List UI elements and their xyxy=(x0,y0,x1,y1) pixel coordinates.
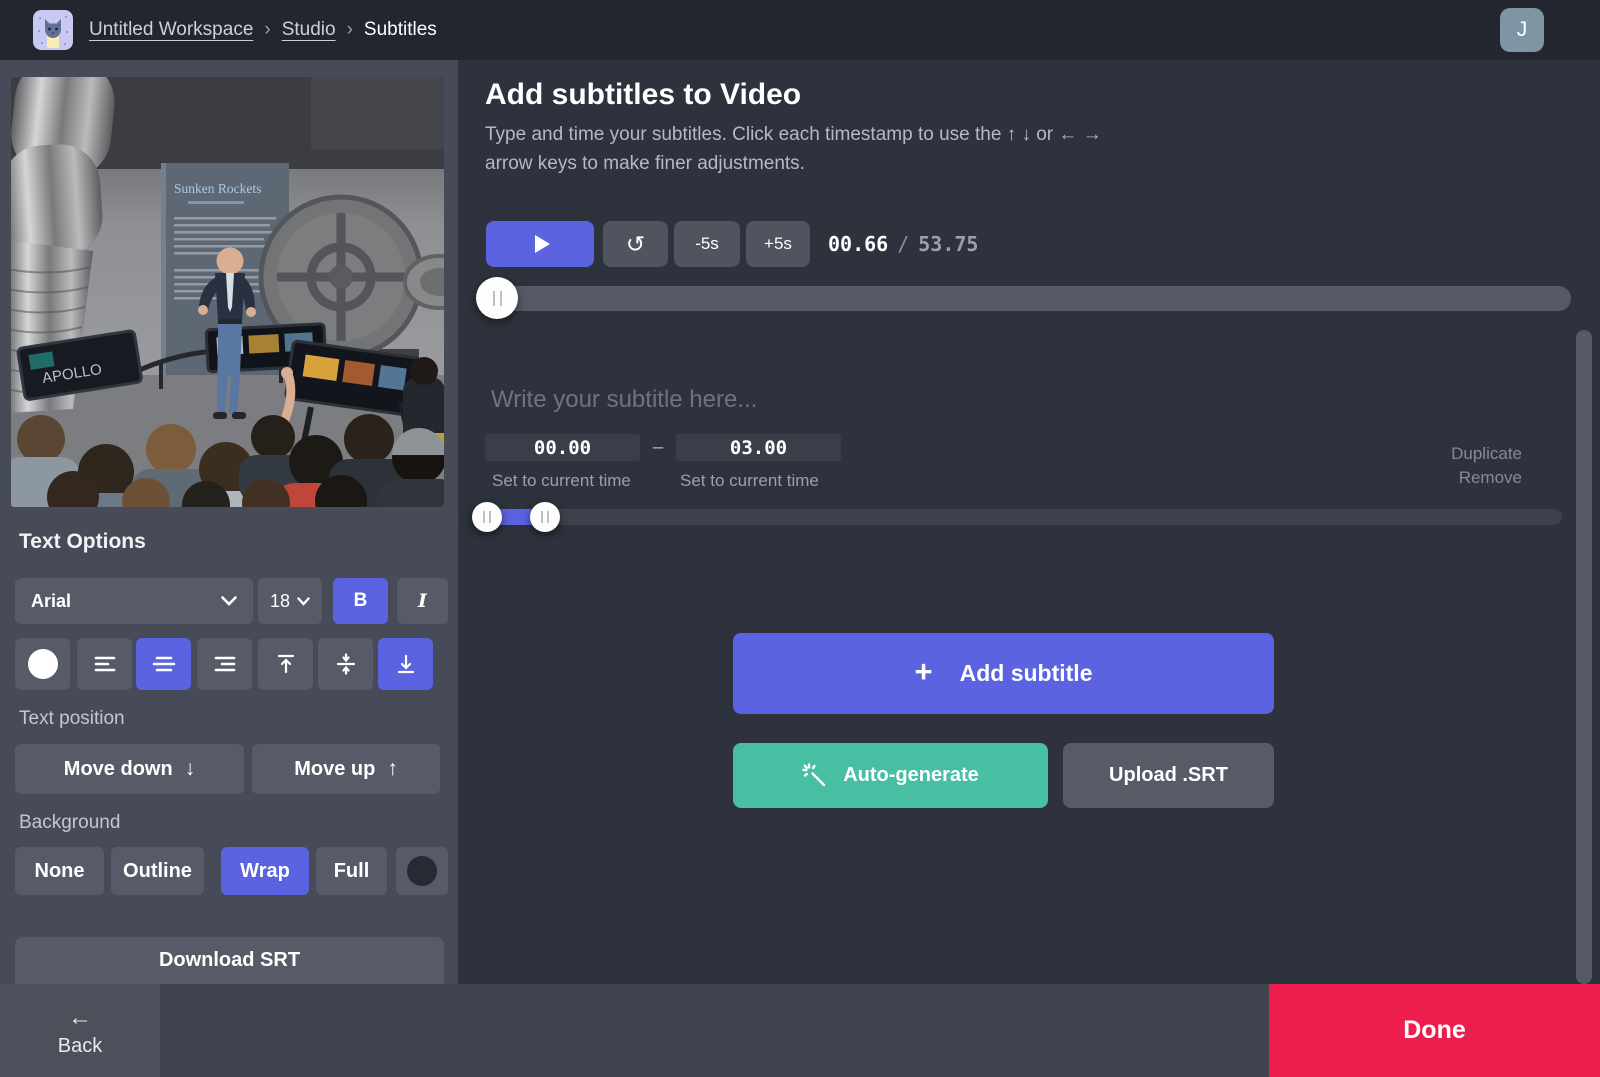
video-frame-art: Sunken Rockets xyxy=(11,77,444,507)
breadcrumb-separator: › xyxy=(347,19,353,41)
text-color-swatch-icon xyxy=(28,649,58,679)
description-line-1: Type and time your subtitles. Click each… xyxy=(485,124,1102,145)
description-line-2: arrow keys to make finer adjustments. xyxy=(485,153,805,174)
cat-logo-icon xyxy=(33,10,73,50)
text-color-button[interactable] xyxy=(15,638,70,690)
chevron-down-icon xyxy=(221,596,237,606)
vertical-align-bottom-button[interactable] xyxy=(378,638,433,690)
background-color-swatch-icon xyxy=(407,856,437,886)
play-icon xyxy=(535,235,550,253)
background-none-button[interactable]: None xyxy=(15,847,104,895)
upload-srt-button[interactable]: Upload .SRT xyxy=(1063,743,1274,808)
time-separator: / xyxy=(897,232,909,256)
chevron-down-icon xyxy=(297,597,310,606)
duplicate-link[interactable]: Duplicate xyxy=(1451,442,1522,466)
align-center-button[interactable] xyxy=(136,638,191,690)
background-outline-button[interactable]: Outline xyxy=(111,847,204,895)
seek-slider-handle[interactable] xyxy=(476,277,518,319)
vertical-align-middle-button[interactable] xyxy=(318,638,373,690)
restart-icon: ↺ xyxy=(626,231,645,258)
add-subtitle-label: Add subtitle xyxy=(960,660,1093,687)
back-arrow-icon: ← xyxy=(68,1004,92,1032)
background-color-button[interactable] xyxy=(396,847,448,895)
seek-slider-track[interactable] xyxy=(485,286,1571,311)
page-title: Add subtitles to Video xyxy=(485,78,801,112)
arrow-down-icon: ↓ xyxy=(185,757,196,781)
grip-icon xyxy=(493,291,502,306)
vertical-align-top-button[interactable] xyxy=(258,638,313,690)
background-label: Background xyxy=(19,812,120,834)
done-button[interactable]: Done xyxy=(1269,984,1600,1077)
text-options-title: Text Options xyxy=(19,530,146,554)
set-end-to-current-link[interactable]: Set to current time xyxy=(680,471,819,491)
kapwing-cat-logo-icon[interactable] xyxy=(33,10,73,50)
auto-generate-label: Auto-generate xyxy=(843,764,979,787)
vertical-align-top-icon xyxy=(274,653,298,675)
align-right-button[interactable] xyxy=(197,638,252,690)
add-subtitle-button[interactable]: + Add subtitle xyxy=(733,633,1274,714)
total-time: 53.75 xyxy=(918,232,978,256)
breadcrumb-separator: › xyxy=(264,19,270,41)
remove-link[interactable]: Remove xyxy=(1451,466,1522,490)
app-window: Untitled Workspace › Studio › Subtitles … xyxy=(0,0,1600,1077)
subtitle-range-track[interactable] xyxy=(476,509,1562,525)
align-center-icon xyxy=(152,654,176,674)
move-up-label: Move up xyxy=(294,758,375,781)
text-position-label: Text position xyxy=(19,708,125,730)
current-time: 00.66 xyxy=(828,232,888,256)
breadcrumb: Untitled Workspace › Studio › Subtitles xyxy=(89,0,437,60)
time-range-dash: – xyxy=(644,434,672,461)
set-start-to-current-link[interactable]: Set to current time xyxy=(492,471,631,491)
italic-button[interactable]: I xyxy=(397,578,448,624)
align-left-button[interactable] xyxy=(77,638,132,690)
move-up-button[interactable]: Move up ↑ xyxy=(252,744,440,794)
restart-button[interactable]: ↺ xyxy=(603,221,668,267)
font-size-select[interactable]: 18 xyxy=(258,578,322,624)
background-wrap-button[interactable]: Wrap xyxy=(221,847,309,895)
start-time-input[interactable]: 00.00 xyxy=(485,434,640,461)
plus-icon: + xyxy=(915,654,933,690)
main-area: Add subtitles to Video Type and time you… xyxy=(458,60,1600,1077)
time-display: 00.66 / 53.75 xyxy=(828,221,978,267)
play-button[interactable] xyxy=(486,221,594,267)
align-right-icon xyxy=(213,654,237,674)
vertical-align-middle-icon xyxy=(334,653,358,675)
breadcrumb-current-page: Subtitles xyxy=(364,19,437,41)
align-left-icon xyxy=(93,654,117,674)
back-label: Back xyxy=(58,1035,102,1058)
video-preview[interactable]: Sunken Rockets xyxy=(11,77,444,507)
page-description: Type and time your subtitles. Click each… xyxy=(485,120,1102,178)
breadcrumb-link-workspace[interactable]: Untitled Workspace xyxy=(89,19,253,41)
range-start-handle[interactable] xyxy=(472,502,502,532)
bottom-bar: ← Back Done xyxy=(0,984,1600,1077)
background-full-button[interactable]: Full xyxy=(316,847,387,895)
font-family-select[interactable]: Arial xyxy=(15,578,253,624)
end-time-input[interactable]: 03.00 xyxy=(676,434,841,461)
user-avatar[interactable]: J xyxy=(1500,8,1544,52)
grip-icon xyxy=(483,511,491,523)
font-family-value: Arial xyxy=(31,591,71,612)
move-down-label: Move down xyxy=(64,758,173,781)
subtitle-text-input[interactable]: Write your subtitle here... xyxy=(491,386,757,414)
rewind-5s-button[interactable]: -5s xyxy=(674,221,740,267)
left-panel: Sunken Rockets xyxy=(0,60,458,1077)
arrow-up-icon: ↑ xyxy=(387,757,398,781)
font-size-value: 18 xyxy=(270,591,290,612)
grip-icon xyxy=(541,511,549,523)
move-down-button[interactable]: Move down ↓ xyxy=(15,744,244,794)
back-button[interactable]: ← Back xyxy=(0,984,160,1077)
vertical-align-bottom-icon xyxy=(394,653,418,675)
auto-generate-button[interactable]: Auto-generate xyxy=(733,743,1048,808)
subtitle-row-actions: Duplicate Remove xyxy=(1451,442,1522,490)
svg-text:Sunken Rockets: Sunken Rockets xyxy=(174,181,261,196)
top-bar: Untitled Workspace › Studio › Subtitles … xyxy=(0,0,1600,60)
forward-5s-button[interactable]: +5s xyxy=(746,221,810,267)
range-end-handle[interactable] xyxy=(530,502,560,532)
magic-wand-icon xyxy=(802,763,828,789)
bold-button[interactable]: B xyxy=(333,578,388,624)
scrollbar-thumb[interactable] xyxy=(1576,330,1592,984)
breadcrumb-link-studio[interactable]: Studio xyxy=(282,19,336,41)
